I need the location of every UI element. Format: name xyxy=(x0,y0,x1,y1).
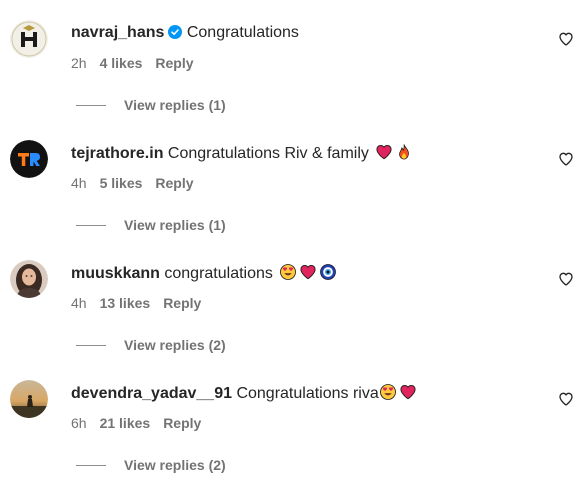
view-replies-button[interactable]: View replies (1) xyxy=(76,96,226,114)
view-replies-label: View replies (1) xyxy=(124,97,226,113)
comment-meta: 2h 4 likes Reply xyxy=(71,54,207,72)
divider-line xyxy=(76,225,106,226)
username-link[interactable]: tejrathore.in xyxy=(71,145,163,162)
avatar[interactable] xyxy=(10,140,48,178)
like-heart-icon[interactable] xyxy=(558,391,574,407)
likes-count[interactable]: 21 likes xyxy=(100,415,151,431)
divider-line xyxy=(76,345,106,346)
timestamp[interactable]: 2h xyxy=(71,55,87,71)
heart-eyes-emoji xyxy=(279,263,297,287)
comment-text: Congratulations xyxy=(186,24,299,41)
red-heart-emoji xyxy=(375,143,393,167)
avatar[interactable] xyxy=(10,20,48,58)
view-replies-button[interactable]: View replies (1) xyxy=(76,216,226,234)
view-replies-button[interactable]: View replies (2) xyxy=(76,456,226,474)
username-link[interactable]: navraj_hans xyxy=(71,24,164,41)
comment-meta: 4h 13 likes Reply xyxy=(71,294,214,312)
username-link[interactable]: muuskkann xyxy=(71,265,160,282)
timestamp[interactable]: 4h xyxy=(71,175,87,191)
comment-text: congratulations xyxy=(164,265,273,282)
avatar[interactable] xyxy=(10,380,48,418)
reply-button[interactable]: Reply xyxy=(163,295,201,311)
comment-body: devendra_yadav__91 Congratulations riva xyxy=(71,383,417,407)
view-replies-label: View replies (2) xyxy=(124,457,226,473)
likes-count[interactable]: 4 likes xyxy=(100,55,143,71)
view-replies-button[interactable]: View replies (2) xyxy=(76,336,226,354)
red-heart-emoji xyxy=(299,263,317,287)
divider-line xyxy=(76,465,106,466)
comment-body: navraj_hans Congratulations xyxy=(71,23,299,45)
comment-item: muuskkann congratulations 4h 13 likes Repl… xyxy=(0,240,586,360)
like-heart-icon[interactable] xyxy=(558,151,574,167)
comment-item: navraj_hans Congratulations 2h 4 likes Rep… xyxy=(0,0,586,120)
timestamp[interactable]: 4h xyxy=(71,295,87,311)
comment-text: Congratulations Riv & family xyxy=(167,145,369,162)
verified-badge-icon xyxy=(168,25,183,45)
like-heart-icon[interactable] xyxy=(558,271,574,287)
comment-item: tejrathore.in Congratulations Riv & fami… xyxy=(0,120,586,240)
likes-count[interactable]: 13 likes xyxy=(100,295,151,311)
comment-meta: 4h 5 likes Reply xyxy=(71,174,207,192)
view-replies-label: View replies (2) xyxy=(124,337,226,353)
likes-count[interactable]: 5 likes xyxy=(100,175,143,191)
like-heart-icon[interactable] xyxy=(558,31,574,47)
fire-emoji xyxy=(395,143,413,167)
view-replies-label: View replies (1) xyxy=(124,217,226,233)
comment-meta: 6h 21 likes Reply xyxy=(71,414,214,432)
reply-button[interactable]: Reply xyxy=(155,175,193,191)
red-heart-emoji xyxy=(399,383,417,407)
reply-button[interactable]: Reply xyxy=(163,415,201,431)
divider-line xyxy=(76,105,106,106)
comment-item: devendra_yadav__91 Congratulations riva … xyxy=(0,360,586,480)
comment-text: Congratulations riva xyxy=(236,385,379,402)
reply-button[interactable]: Reply xyxy=(155,55,193,71)
timestamp[interactable]: 6h xyxy=(71,415,87,431)
avatar[interactable] xyxy=(10,260,48,298)
username-link[interactable]: devendra_yadav__91 xyxy=(71,385,232,402)
nazar-amulet-emoji xyxy=(319,263,337,287)
comment-body: tejrathore.in Congratulations Riv & fami… xyxy=(71,143,413,167)
comment-body: muuskkann congratulations xyxy=(71,263,337,287)
heart-eyes-emoji xyxy=(379,383,397,407)
